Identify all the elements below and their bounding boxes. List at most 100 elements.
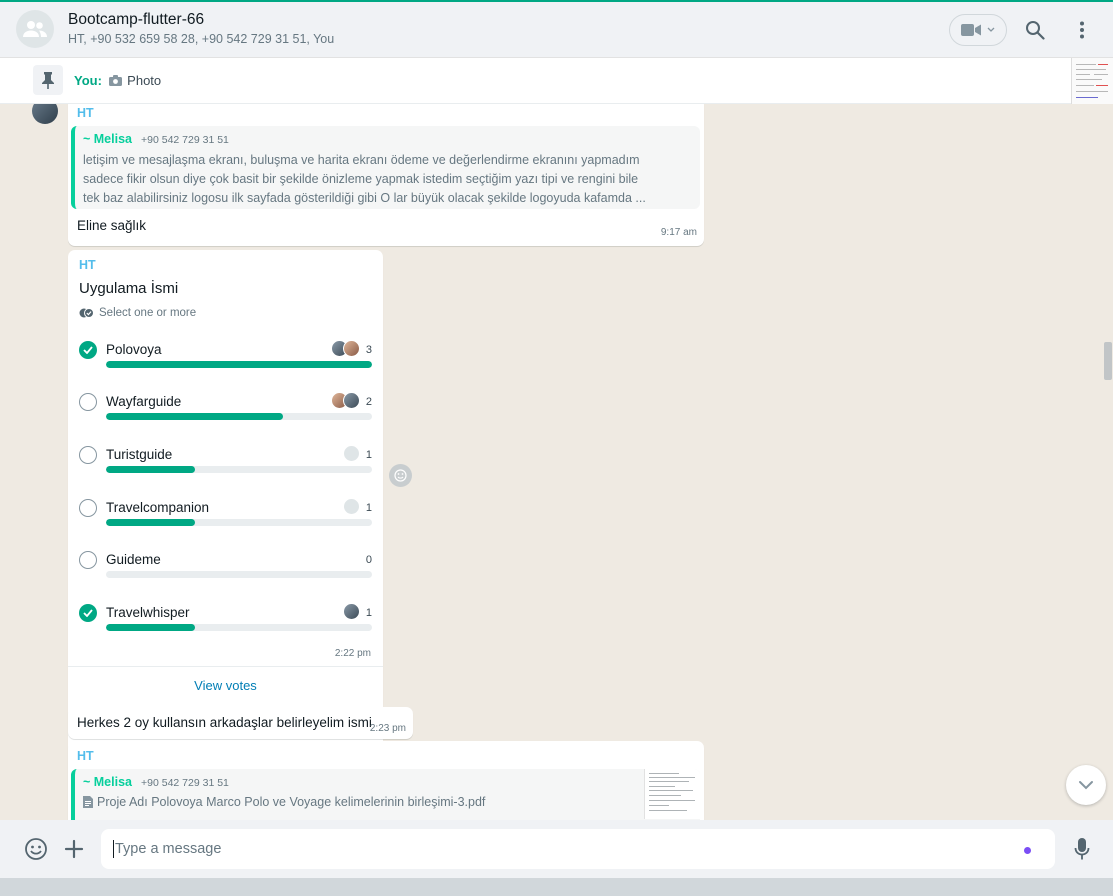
option-label: Polovoya: [106, 342, 162, 357]
option-count: 1: [365, 607, 372, 619]
check-icon: [83, 609, 93, 617]
poll-subtitle: Select one or more: [79, 307, 196, 319]
voter-avatar: [343, 392, 360, 409]
pinned-content: Photo: [127, 73, 162, 88]
voter-avatars[interactable]: [343, 498, 360, 516]
emoji-reaction-icon: [394, 469, 407, 482]
pinned-photo-thumbnail[interactable]: [1071, 58, 1113, 104]
message-text: Eline sağlık: [77, 218, 147, 233]
view-votes-button[interactable]: View votes: [68, 678, 383, 693]
option-progress-fill: [106, 624, 195, 631]
quote-file: Proje Adı Polovoya Marco Polo ve Voyage …: [83, 795, 485, 809]
sender-avatar[interactable]: [32, 104, 58, 124]
option-label: Travelcompanion: [106, 500, 210, 515]
voice-message-button[interactable]: [1069, 836, 1095, 862]
option-count: 1: [365, 502, 372, 514]
poll-subtitle-text: Select one or more: [99, 307, 197, 319]
poll-divider: [68, 666, 383, 667]
voter-avatars[interactable]: [343, 445, 360, 463]
window-bottom-strip: [0, 878, 1113, 896]
message-bubble[interactable]: HT ~ Melisa +90 542 729 31 51 Proje Adı …: [68, 741, 704, 820]
message-text: Herkes 2 oy kullansın arkadaşlar belirle…: [77, 715, 372, 730]
poll-sender-name[interactable]: HT: [79, 258, 96, 272]
quote-author: ~ Melisa: [83, 775, 132, 789]
sender-name[interactable]: HT: [77, 106, 94, 120]
option-count: 2: [365, 396, 372, 408]
option-checkbox[interactable]: [79, 393, 97, 411]
option-count: 1: [365, 449, 372, 461]
document-icon: [83, 796, 93, 808]
plus-icon: [64, 839, 84, 859]
voter-avatars[interactable]: [331, 392, 360, 410]
pin-button[interactable]: [33, 65, 63, 95]
chat-participants: HT, +90 532 659 58 28, +90 542 729 31 51…: [68, 32, 335, 46]
double-check-icon: [79, 308, 94, 318]
quote-author: ~ Melisa: [83, 132, 132, 146]
option-checkbox[interactable]: [79, 341, 97, 359]
option-checkbox[interactable]: [79, 551, 97, 569]
option-checkbox[interactable]: [79, 604, 97, 622]
option-label: Turistguide: [106, 447, 173, 462]
quote-text: letişim ve mesajlaşma ekranı, buluşma ve…: [83, 153, 646, 205]
group-avatar[interactable]: [16, 10, 54, 48]
voter-avatar: [343, 603, 360, 620]
attach-button[interactable]: [61, 836, 87, 862]
poll-option[interactable]: Wayfarguide 2: [79, 392, 372, 433]
menu-button[interactable]: [1070, 18, 1094, 42]
message-bubble[interactable]: Herkes 2 oy kullansın arkadaşlar belirle…: [68, 707, 413, 739]
pinned-sender: You:: [74, 73, 102, 88]
voter-avatar: [343, 340, 360, 357]
option-count: 0: [365, 554, 372, 566]
poll-option[interactable]: Polovoya 3: [79, 340, 372, 381]
option-progress-fill: [106, 361, 372, 368]
microphone-icon: [1074, 838, 1090, 860]
chat-title[interactable]: Bootcamp-flutter-66: [68, 11, 204, 29]
option-progress-bar: [106, 519, 372, 526]
search-icon: [1026, 21, 1045, 40]
kebab-menu-icon: [1080, 21, 1084, 39]
emoji-button[interactable]: [23, 836, 49, 862]
message-bubble[interactable]: HT ~ Melisa +90 542 729 31 51 letişim ve…: [68, 104, 704, 246]
emoji-icon: [25, 838, 47, 860]
voter-avatars[interactable]: [331, 340, 360, 358]
option-label: Travelwhisper: [106, 605, 190, 620]
react-button[interactable]: [389, 464, 412, 487]
message-list[interactable]: HT ~ Melisa +90 542 729 31 51 letişim ve…: [0, 104, 1113, 820]
message-input[interactable]: [101, 829, 1055, 869]
poll-option[interactable]: Guideme 0: [79, 551, 372, 591]
chevron-down-icon: [987, 27, 995, 32]
pinned-message-bar[interactable]: You: Photo: [0, 58, 1113, 104]
option-progress-bar: [106, 361, 372, 368]
chat-header[interactable]: Bootcamp-flutter-66 HT, +90 532 659 58 2…: [0, 2, 1113, 58]
text-caret: [113, 840, 114, 858]
sender-name[interactable]: HT: [77, 749, 94, 763]
pin-icon: [42, 72, 54, 89]
quoted-message[interactable]: ~ Melisa +90 542 729 31 51 letişim ve me…: [71, 126, 700, 209]
poll-option[interactable]: Turistguide 1: [79, 445, 372, 486]
poll-time: 2:22 pm: [334, 648, 371, 659]
option-checkbox[interactable]: [79, 446, 97, 464]
option-checkbox[interactable]: [79, 499, 97, 517]
video-call-button[interactable]: [949, 14, 1007, 46]
poll-option[interactable]: Travelwhisper 1: [79, 603, 372, 644]
option-label: Guideme: [106, 552, 161, 567]
video-camera-icon: [961, 24, 981, 36]
option-progress-bar: [106, 571, 372, 578]
scrollbar-thumb[interactable]: [1104, 342, 1112, 380]
camera-icon: [108, 75, 122, 86]
voter-avatar: [343, 445, 360, 462]
message-time: 2:23 pm: [369, 723, 406, 734]
chevron-down-icon: [1079, 781, 1093, 790]
scroll-to-bottom-button[interactable]: [1066, 765, 1106, 805]
option-count: 3: [365, 344, 372, 356]
option-progress-fill: [106, 466, 195, 473]
quote-file-name: Proje Adı Polovoya Marco Polo ve Voyage …: [97, 795, 486, 809]
search-button[interactable]: [1023, 18, 1047, 42]
option-progress-fill: [106, 413, 284, 420]
quoted-document[interactable]: ~ Melisa +90 542 729 31 51 Proje Adı Pol…: [71, 769, 700, 820]
check-icon: [83, 346, 93, 354]
poll-option[interactable]: Travelcompanion 1: [79, 498, 372, 539]
voter-avatars[interactable]: [343, 603, 360, 621]
pinned-text[interactable]: You: Photo: [74, 73, 161, 88]
voter-avatar: [343, 498, 360, 515]
